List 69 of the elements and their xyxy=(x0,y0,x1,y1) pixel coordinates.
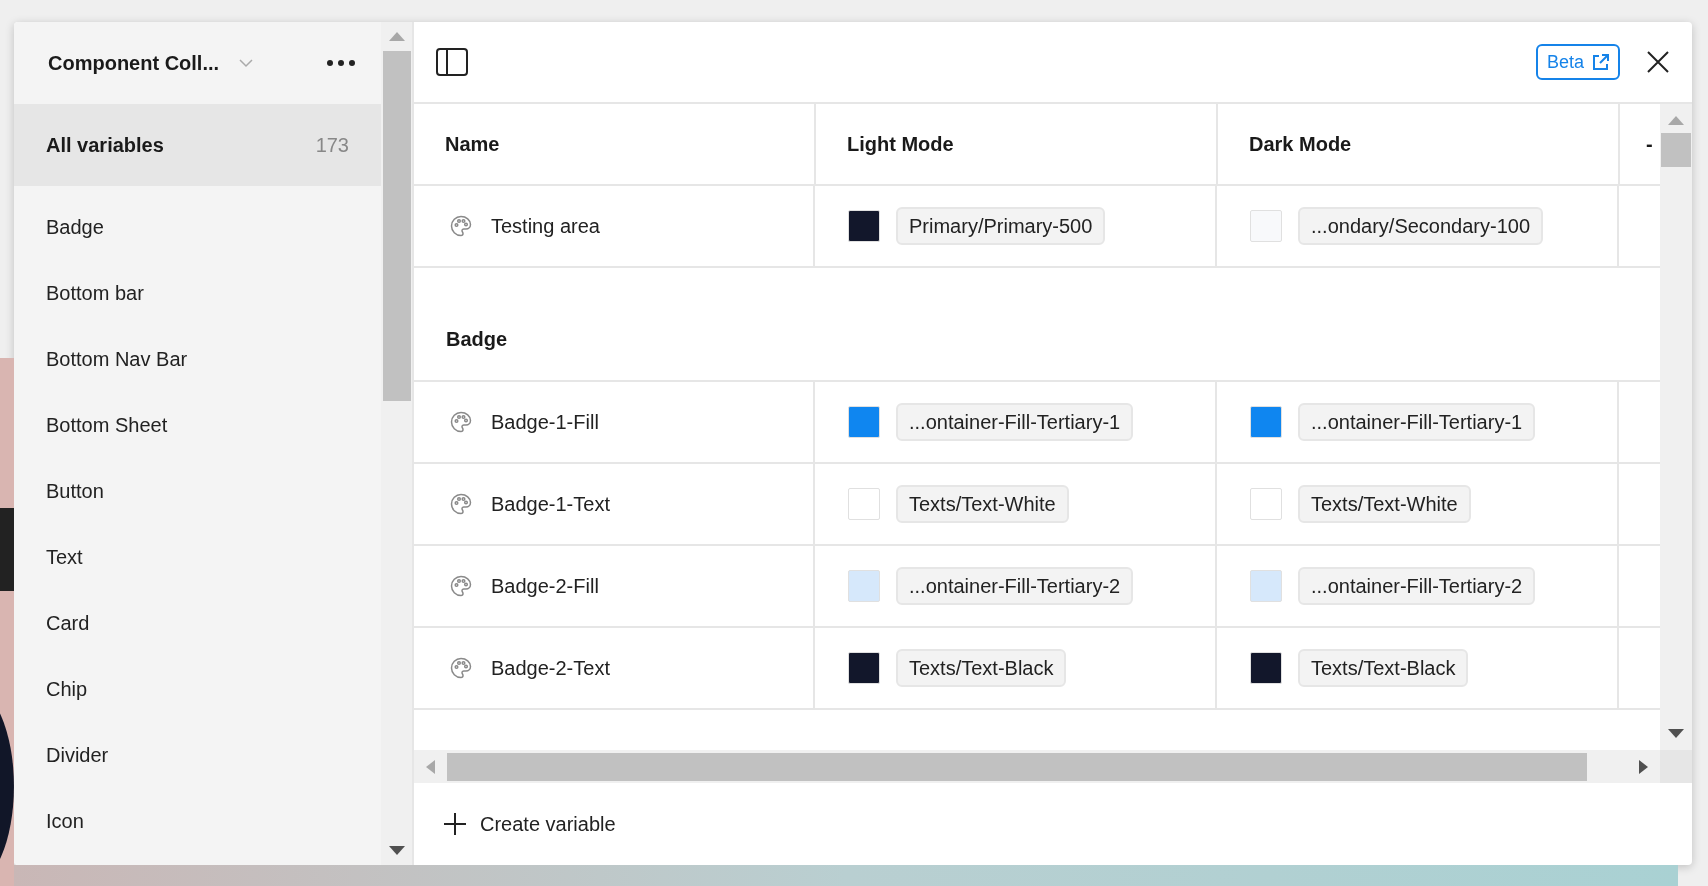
value-chip[interactable]: Texts/Text-White xyxy=(1298,485,1471,523)
collection-dropdown[interactable]: Component Coll... xyxy=(48,48,254,78)
palette-icon xyxy=(449,656,473,680)
sidebar-item[interactable]: Text xyxy=(14,524,381,590)
value-chip[interactable]: Texts/Text-Black xyxy=(896,649,1067,687)
sidebar-item-label: All variables xyxy=(46,133,164,158)
column-header: Light Mode xyxy=(816,104,1218,184)
sidebar-item-label: Badge xyxy=(46,215,104,240)
group-heading: Badge xyxy=(446,327,508,352)
scroll-down-icon xyxy=(388,846,405,855)
external-link-icon xyxy=(1592,53,1609,71)
column-header: Dark Mode xyxy=(1218,104,1620,184)
chevron-down-icon xyxy=(239,58,254,68)
value-chip[interactable]: ...ontainer-Fill-Tertiary-2 xyxy=(896,567,1134,605)
palette-icon xyxy=(449,410,473,434)
variable-name: Badge-1-Fill xyxy=(491,410,599,435)
sidebar-item[interactable]: Bottom bar xyxy=(14,260,381,326)
sidebar-item[interactable]: Divider xyxy=(14,722,381,788)
sidebar-item-label: Text xyxy=(46,545,83,570)
column-header: Name xyxy=(414,104,816,184)
scroll-up-icon xyxy=(1668,116,1684,125)
close-icon[interactable] xyxy=(1646,50,1670,74)
sidebar-item-label: Bottom bar xyxy=(46,281,144,306)
sidebar-item[interactable]: Chip xyxy=(14,656,381,722)
sidebar-item[interactable]: Icon xyxy=(14,788,381,854)
sidebar-item[interactable]: All variables 173 xyxy=(14,104,381,186)
value-chip[interactable]: Primary/Primary-500 xyxy=(896,207,1106,245)
sidebar-item-label: Divider xyxy=(46,743,109,768)
create-variable-button[interactable]: Create variable xyxy=(444,809,616,839)
sidebar-toggle-icon[interactable] xyxy=(436,48,468,76)
beta-button[interactable]: Beta xyxy=(1535,44,1620,80)
palette-icon xyxy=(449,492,473,516)
value-chip[interactable]: ...ontainer-Fill-Tertiary-1 xyxy=(896,403,1134,441)
scroll-thumb[interactable] xyxy=(382,51,411,401)
sidebar-item-label: Button xyxy=(46,479,104,504)
value-chip[interactable]: Texts/Text-White xyxy=(896,485,1069,523)
plus-icon xyxy=(444,813,466,835)
column-header: - xyxy=(1645,132,1654,157)
scroll-right-icon xyxy=(1639,759,1648,774)
sidebar-item[interactable]: Bottom Nav Bar xyxy=(14,326,381,392)
scroll-up-icon xyxy=(388,32,405,41)
sidebar-item[interactable]: Bottom Sheet xyxy=(14,392,381,458)
palette-icon xyxy=(449,574,473,598)
sidebar-item[interactable]: Card xyxy=(14,590,381,656)
scroll-thumb[interactable] xyxy=(1661,133,1691,167)
sidebar-item-label: Bottom Nav Bar xyxy=(46,347,188,372)
variable-name: Badge-2-Text xyxy=(491,656,610,681)
value-chip[interactable]: ...ontainer-Fill-Tertiary-1 xyxy=(1298,403,1536,441)
sidebar-item-label: Chip xyxy=(46,677,88,702)
sidebar-item-label: Bottom Sheet xyxy=(46,413,168,438)
value-chip[interactable]: ...ontainer-Fill-Tertiary-2 xyxy=(1298,567,1536,605)
scrollbar-corner xyxy=(1660,750,1692,783)
variable-name: Badge-1-Text xyxy=(491,492,610,517)
table-scrollbar[interactable] xyxy=(1660,104,1692,750)
value-chip[interactable]: ...ondary/Secondary-100 xyxy=(1298,207,1544,245)
sidebar-item[interactable]: Badge xyxy=(14,194,381,260)
sidebar-item-label: Icon xyxy=(46,809,84,834)
value-chip[interactable]: Texts/Text-Black xyxy=(1298,649,1469,687)
scroll-down-icon xyxy=(1668,729,1684,738)
variable-name: Badge-2-Fill xyxy=(491,574,599,599)
sidebar-scrollbar[interactable] xyxy=(381,22,412,865)
item-count: 173 xyxy=(315,133,349,158)
palette-icon xyxy=(449,214,473,238)
scroll-left-icon xyxy=(426,759,435,774)
sidebar-item[interactable]: Button xyxy=(14,458,381,524)
scroll-thumb[interactable] xyxy=(447,752,1587,781)
variable-name: Testing area xyxy=(491,214,600,239)
sidebar-item-label: Card xyxy=(46,611,90,636)
horizontal-scrollbar[interactable] xyxy=(414,750,1692,783)
